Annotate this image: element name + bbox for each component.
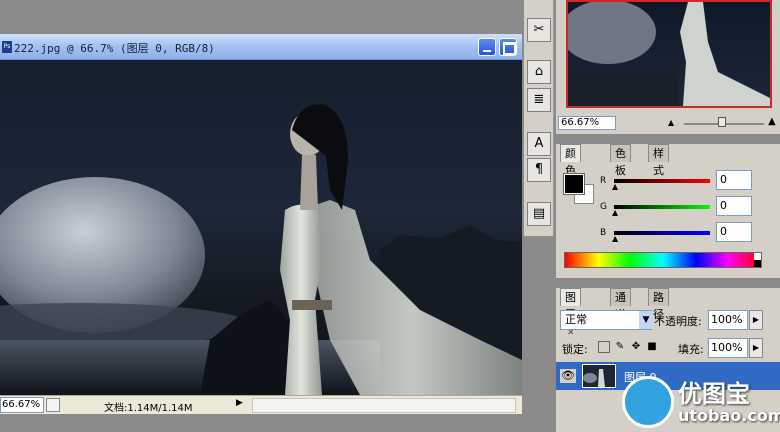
fill-input[interactable]: 100% — [708, 338, 748, 358]
tab-channels[interactable]: 通道 — [610, 288, 631, 321]
fill-arrow-icon[interactable]: ▶ — [749, 338, 763, 358]
chevron-down-icon[interactable]: ▼ — [639, 311, 653, 329]
red-channel-label: R — [600, 176, 607, 186]
watermark-url: utobao.com — [678, 406, 780, 425]
site-watermark: 优图宝 utobao.com — [622, 372, 780, 432]
lock-all-icon[interactable]: ■ — [646, 341, 658, 353]
bird-logo-icon — [622, 376, 674, 428]
tab-swatches[interactable]: 色板 — [610, 144, 631, 177]
opacity-input[interactable]: 100% — [708, 310, 748, 330]
color-panel: 颜色✕ 色板 样式 R ▲ 0 G ▲ 0 B ▲ 0 — [556, 144, 780, 278]
tab-label: 颜色 — [565, 147, 576, 177]
blend-mode-value: 正常 — [565, 313, 587, 326]
tool-strip: ✂ ⌂ ≣ A ¶ ▤ — [524, 0, 554, 236]
image-canvas[interactable] — [0, 60, 522, 395]
navigator-preview — [568, 2, 770, 106]
blue-value-input[interactable]: 0 — [716, 222, 752, 242]
foreground-color-swatch[interactable] — [563, 173, 585, 195]
blend-mode-select[interactable]: 正常 ▼ — [560, 310, 653, 330]
lock-position-move-icon[interactable]: ✥ — [630, 341, 642, 353]
red-slider-marker-icon[interactable]: ▲ — [612, 183, 618, 191]
red-value-input[interactable]: 0 — [716, 170, 752, 190]
opacity-label: 不透明度: — [654, 315, 702, 328]
horizontal-scrollbar[interactable] — [252, 398, 516, 413]
history-brush-icon[interactable]: ≣ — [527, 88, 551, 112]
character-icon[interactable]: A — [527, 132, 551, 156]
layer-thumbnail — [582, 364, 616, 388]
zoom-readout[interactable]: 66.67% — [0, 397, 44, 413]
color-spectrum-bar[interactable] — [564, 252, 762, 268]
stamp-tool-icon[interactable]: ⌂ — [527, 60, 551, 84]
zoom-in-icon[interactable]: ▲ — [768, 116, 776, 127]
minimize-button[interactable] — [478, 38, 496, 56]
layer-comps-icon[interactable]: ▤ — [527, 202, 551, 226]
lock-row: 锁定: ✎ ✥ ■ 填充: 100% ▶ — [560, 338, 770, 358]
tab-label: 色板 — [615, 147, 626, 177]
green-value-input[interactable]: 0 — [716, 196, 752, 216]
lock-transparency-icon[interactable] — [598, 341, 610, 353]
tab-color[interactable]: 颜色✕ — [560, 144, 581, 194]
tools-scissors-icon[interactable]: ✂ — [527, 18, 551, 42]
visibility-eye-icon[interactable]: 👁 — [560, 369, 576, 383]
canvas-artwork — [0, 104, 522, 395]
navigator-zoom-knob[interactable] — [718, 117, 726, 127]
tab-styles[interactable]: 样式 — [648, 144, 669, 177]
opacity-arrow-icon[interactable]: ▶ — [749, 310, 763, 330]
status-arrow-icon[interactable]: ▶ — [236, 398, 248, 412]
paragraph-icon[interactable]: ¶ — [527, 158, 551, 182]
photoshop-icon: Ps — [2, 41, 12, 53]
navigator-panel: 66.67% ▲ ▲ — [556, 0, 780, 134]
black-white-swatch[interactable] — [754, 253, 761, 267]
document-window: Ps 222.jpg @ 66.7% (图层 0, RGB/8) 66.67% … — [0, 34, 522, 414]
blue-slider[interactable] — [614, 231, 710, 235]
lock-pixels-brush-icon[interactable]: ✎ — [614, 341, 626, 353]
green-slider[interactable] — [614, 205, 710, 209]
tab-label: 样式 — [653, 147, 664, 177]
document-statusbar: 66.67% 文档:1.14M/1.14M ▶ — [0, 395, 522, 414]
navigator-thumbnail[interactable] — [566, 0, 772, 108]
tab-layers[interactable]: 图层✕ — [560, 288, 581, 338]
fill-label: 填充: — [678, 343, 704, 356]
status-menu-icon[interactable] — [46, 398, 60, 412]
blue-slider-marker-icon[interactable]: ▲ — [612, 235, 618, 243]
green-channel-label: G — [600, 202, 607, 212]
blue-channel-label: B — [600, 228, 607, 238]
green-slider-marker-icon[interactable]: ▲ — [612, 209, 618, 217]
document-titlebar[interactable]: Ps 222.jpg @ 66.7% (图层 0, RGB/8) — [0, 34, 522, 60]
lock-label: 锁定: — [562, 343, 588, 356]
navigator-zoom-input[interactable]: 66.67% — [558, 116, 616, 130]
layer-thumb-preview — [583, 369, 605, 387]
red-slider[interactable] — [614, 179, 710, 183]
document-title: 222.jpg @ 66.7% (图层 0, RGB/8) — [14, 42, 215, 55]
document-size: 文档:1.14M/1.14M — [104, 403, 193, 414]
watermark-chinese: 优图宝 — [678, 380, 750, 408]
maximize-button[interactable] — [499, 38, 517, 56]
tab-paths[interactable]: 路径 — [648, 288, 669, 321]
zoom-out-icon[interactable]: ▲ — [668, 118, 674, 127]
